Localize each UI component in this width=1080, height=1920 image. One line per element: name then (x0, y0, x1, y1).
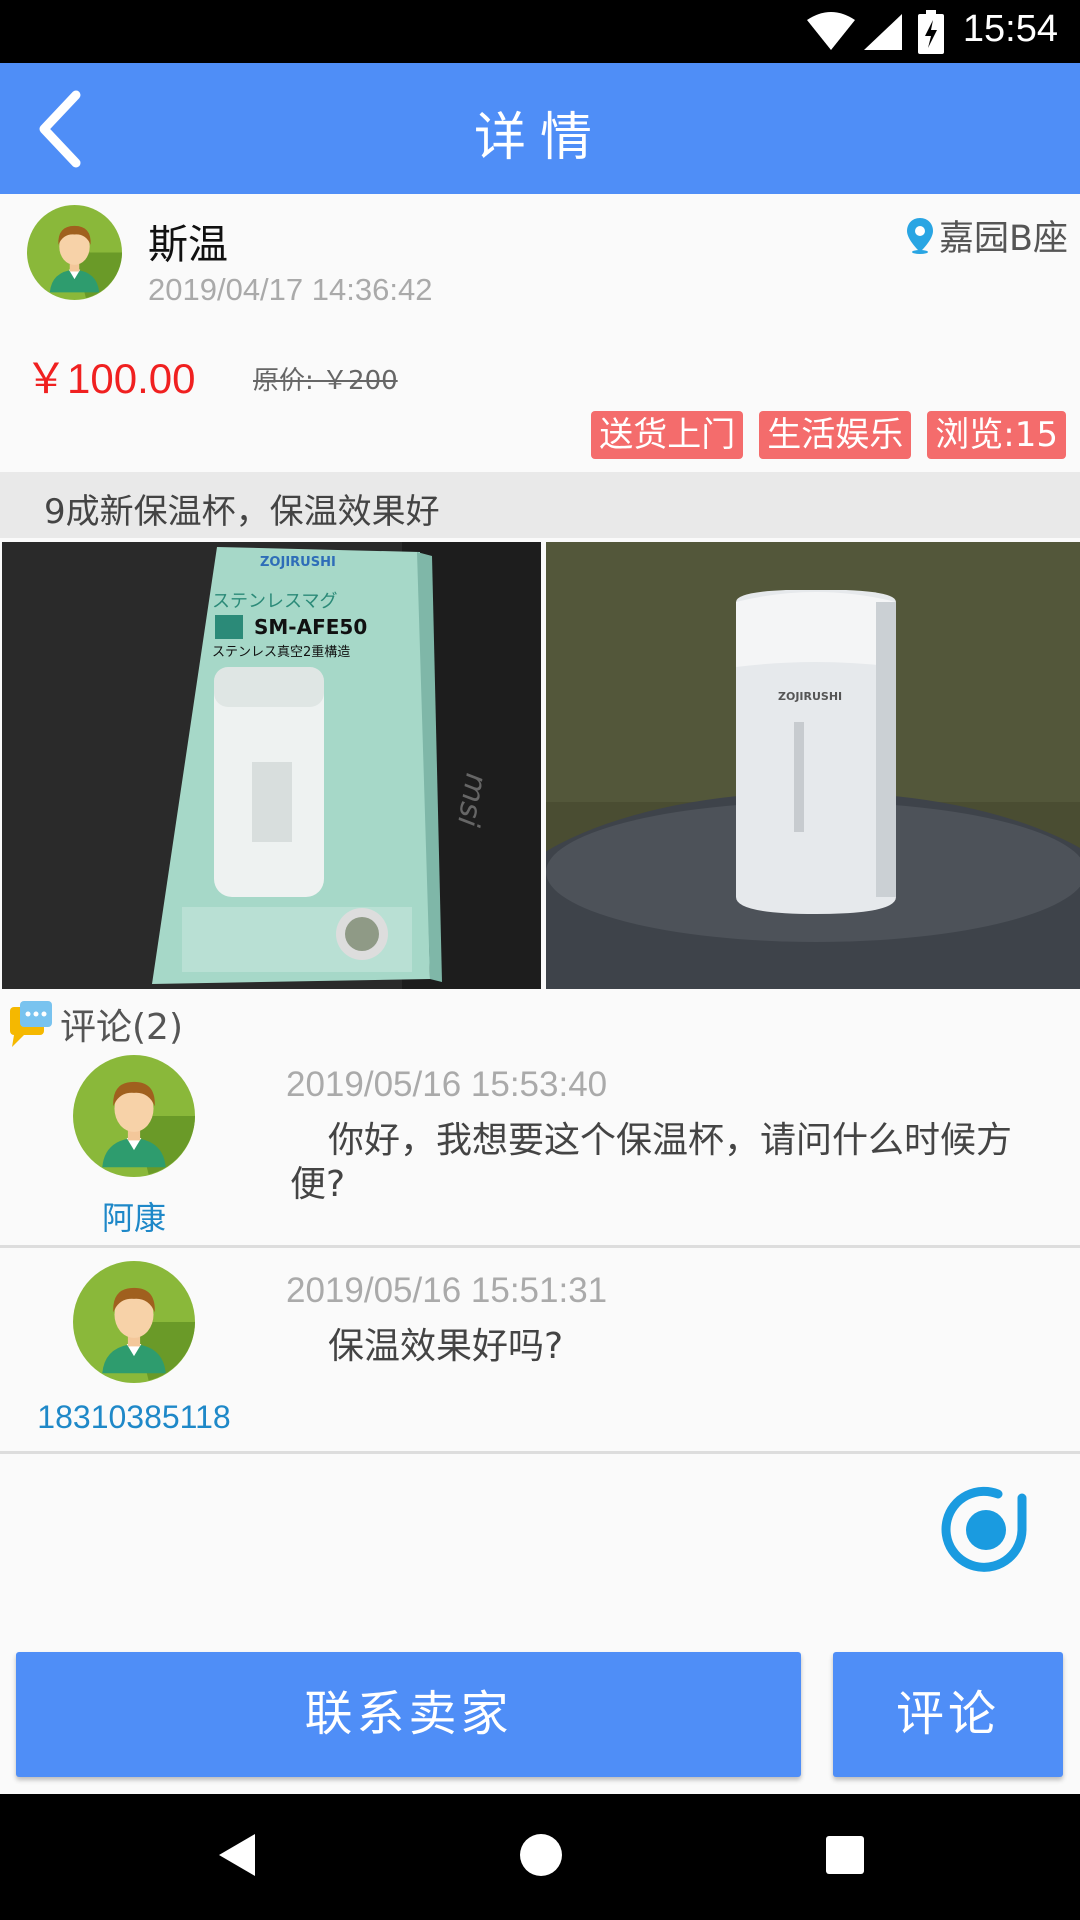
page-title: 详情 (473, 108, 606, 168)
location-pin-icon (906, 217, 933, 254)
nav-home-icon[interactable] (518, 1830, 564, 1880)
comment-text: 你好，我想要这个保温杯，请问什么时候方便? (290, 1120, 1013, 1205)
comment-button[interactable]: 评论 (833, 1652, 1063, 1777)
battery-charging-icon (918, 10, 944, 54)
comment-divider (0, 1245, 1080, 1248)
nav-recents-icon[interactable] (824, 1830, 866, 1880)
comment-divider (0, 1451, 1080, 1454)
location-text: 嘉园B座 (938, 219, 1068, 259)
description-text: 9成新保温杯，保温效果好 (44, 492, 440, 532)
cellular-signal-icon (864, 14, 902, 50)
box-model: SM-AFE50 (254, 615, 367, 639)
box-text-2: ステンレス真空2重構造 (212, 644, 350, 660)
post-time: 2019/04/17 14:36:42 (148, 272, 433, 307)
commenter-avatar[interactable] (73, 1055, 195, 1177)
comment-bubble-icon (10, 1001, 52, 1047)
comment-item: 阿康 2019/05/16 15:53:40 你好，我想要这个保温杯，请问什么时… (0, 1055, 1080, 1245)
comment-text: 保温效果好吗? (328, 1326, 564, 1367)
cup-brand: ZOJIRUSHI (778, 690, 842, 703)
tag-delivery: 送货上门 (591, 411, 744, 459)
commenter-avatar[interactable] (73, 1261, 195, 1383)
contact-seller-button[interactable]: 联系卖家 (16, 1652, 801, 1777)
description-bar: 9成新保温杯，保温效果好 (0, 472, 1080, 538)
box-text-1: ステンレスマグ (212, 591, 337, 612)
refresh-float-icon[interactable] (936, 1480, 1036, 1576)
status-time: 15:54 (962, 8, 1058, 50)
comments-header: 评论(2) (8, 998, 183, 1050)
tag-category: 生活娱乐 (759, 411, 912, 459)
box-brand: ZOJIRUSHI (260, 555, 336, 570)
nav-back-icon[interactable] (215, 1830, 259, 1880)
original-price: 原价: ￥200 (253, 366, 398, 396)
comment-item: 18310385118 2019/05/16 15:51:31 保温效果好吗? (0, 1261, 1080, 1451)
app-header: 详情 (0, 63, 1080, 194)
current-price: ￥100.00 (25, 355, 196, 402)
tag-list: 送货上门 生活娱乐 浏览:15 (591, 411, 1066, 459)
seller-name: 斯温 (148, 222, 228, 268)
tag-views: 浏览:15 (927, 411, 1066, 459)
seller-avatar[interactable] (27, 205, 122, 300)
commenter-name[interactable]: 阿康 (0, 1193, 268, 1239)
comments-title: 评论(2) (60, 1007, 183, 1048)
location: 嘉园B座 (906, 210, 1068, 261)
product-image-box[interactable]: msi ZOJIRUSHI ステンレスマグ SM-AFE50 ステンレス真空2重… (2, 542, 541, 989)
status-bar: 15:54 (0, 0, 1080, 63)
wifi-icon (807, 12, 855, 50)
commenter-name[interactable]: 18310385118 (0, 1399, 268, 1436)
comment-time: 2019/05/16 15:53:40 (286, 1065, 608, 1104)
comment-time: 2019/05/16 15:51:31 (286, 1271, 608, 1310)
product-image-cup[interactable]: ZOJIRUSHI (546, 542, 1080, 989)
system-nav-bar (0, 1794, 1080, 1920)
